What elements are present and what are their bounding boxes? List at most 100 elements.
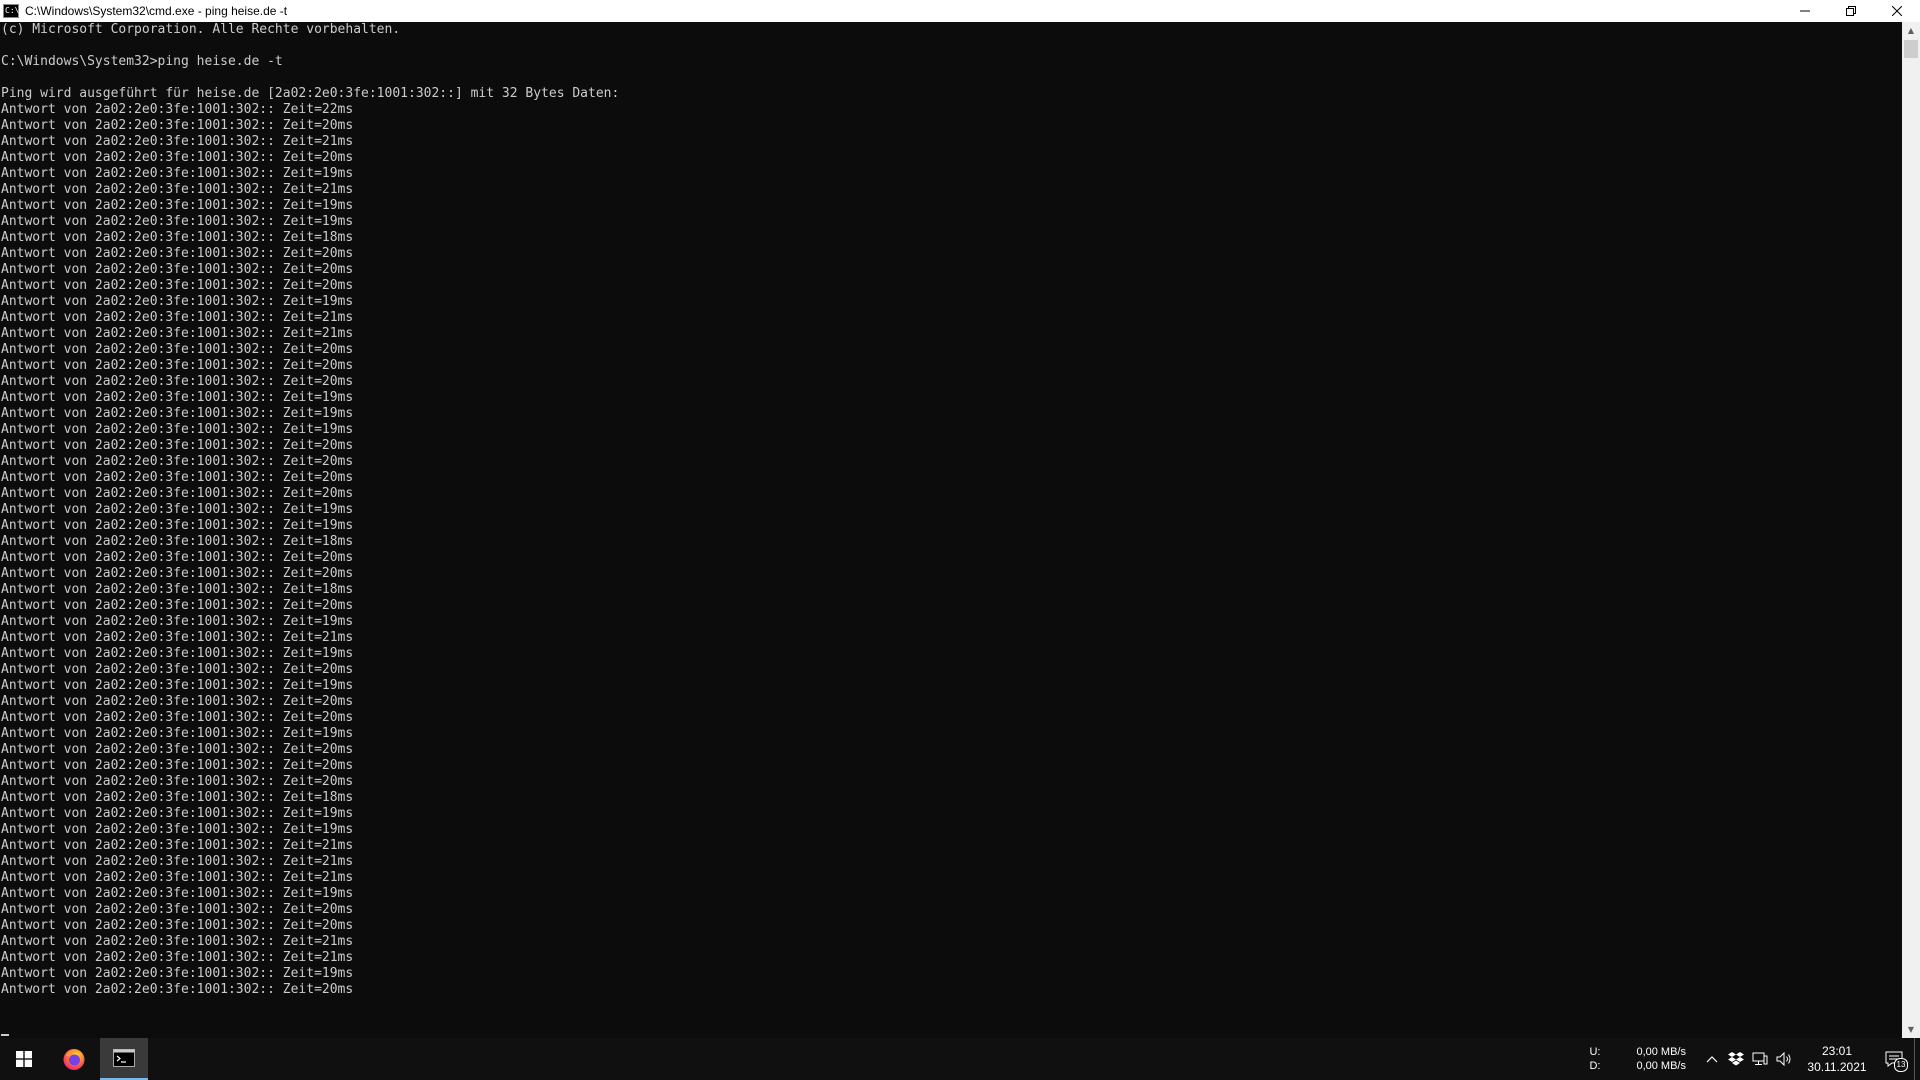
console-line: Antwort von 2a02:2e0:3fe:1001:302:: Zeit… (1, 742, 354, 757)
console-line: Antwort von 2a02:2e0:3fe:1001:302:: Zeit… (1, 614, 354, 629)
clock-time: 23:01 (1821, 1044, 1853, 1058)
console-line: Antwort von 2a02:2e0:3fe:1001:302:: Zeit… (1, 102, 354, 117)
firefox-button[interactable] (50, 1038, 98, 1080)
download-speed: 0,00 MB/s (1636, 1060, 1686, 1072)
restore-icon (1846, 6, 1856, 16)
console-line: Antwort von 2a02:2e0:3fe:1001:302:: Zeit… (1, 422, 354, 437)
console-line: Antwort von 2a02:2e0:3fe:1001:302:: Zeit… (1, 406, 354, 421)
console-line: Antwort von 2a02:2e0:3fe:1001:302:: Zeit… (1, 710, 354, 725)
action-center-button[interactable]: 13 (1874, 1038, 1914, 1080)
console-line: Antwort von 2a02:2e0:3fe:1001:302:: Zeit… (1, 694, 354, 709)
console-line: Antwort von 2a02:2e0:3fe:1001:302:: Zeit… (1, 166, 354, 181)
console-line: (c) Microsoft Corporation. Alle Rechte v… (1, 22, 401, 37)
close-icon (1892, 6, 1902, 16)
console-line: Antwort von 2a02:2e0:3fe:1001:302:: Zeit… (1, 262, 354, 277)
console-line: C:\Windows\System32>ping heise.de -t (1, 54, 283, 69)
chevron-up-icon (1706, 1056, 1718, 1063)
console-line: Antwort von 2a02:2e0:3fe:1001:302:: Zeit… (1, 966, 354, 981)
restore-button[interactable] (1828, 0, 1874, 22)
console-line: Antwort von 2a02:2e0:3fe:1001:302:: Zeit… (1, 310, 354, 325)
dropbox-icon (1728, 1052, 1744, 1066)
window-controls (1782, 0, 1920, 22)
show-hidden-icons-button[interactable] (1700, 1038, 1724, 1080)
console-line: Antwort von 2a02:2e0:3fe:1001:302:: Zeit… (1, 230, 354, 245)
console-line: Antwort von 2a02:2e0:3fe:1001:302:: Zeit… (1, 278, 354, 293)
window-titlebar[interactable]: C:\ C:\Windows\System32\cmd.exe - ping h… (0, 0, 1920, 22)
console-line: Antwort von 2a02:2e0:3fe:1001:302:: Zeit… (1, 150, 354, 165)
console-line: Antwort von 2a02:2e0:3fe:1001:302:: Zeit… (1, 534, 354, 549)
console-line: Antwort von 2a02:2e0:3fe:1001:302:: Zeit… (1, 566, 354, 581)
clock-date: 30.11.2021 (1807, 1060, 1867, 1074)
console-output[interactable]: (c) Microsoft Corporation. Alle Rechte v… (0, 22, 1902, 1038)
notification-count-badge: 13 (1894, 1058, 1908, 1072)
console-line: Ping wird ausgeführt für heise.de [2a02:… (1, 86, 620, 101)
console-line: Antwort von 2a02:2e0:3fe:1001:302:: Zeit… (1, 502, 354, 517)
console-line: Antwort von 2a02:2e0:3fe:1001:302:: Zeit… (1, 470, 354, 485)
console-line: Antwort von 2a02:2e0:3fe:1001:302:: Zeit… (1, 758, 354, 773)
volume-tray-button[interactable] (1772, 1038, 1796, 1080)
console-line: Antwort von 2a02:2e0:3fe:1001:302:: Zeit… (1, 214, 354, 229)
console-line: Antwort von 2a02:2e0:3fe:1001:302:: Zeit… (1, 598, 354, 613)
console-line: Antwort von 2a02:2e0:3fe:1001:302:: Zeit… (1, 806, 354, 821)
network-tray-button[interactable] (1748, 1038, 1772, 1080)
console-line: Antwort von 2a02:2e0:3fe:1001:302:: Zeit… (1, 358, 354, 373)
network-icon (1752, 1052, 1768, 1065)
volume-icon (1776, 1052, 1791, 1066)
console-line: Antwort von 2a02:2e0:3fe:1001:302:: Zeit… (1, 934, 354, 949)
console-line: Antwort von 2a02:2e0:3fe:1001:302:: Zeit… (1, 134, 354, 149)
minimize-icon (1800, 10, 1810, 12)
console-line: Antwort von 2a02:2e0:3fe:1001:302:: Zeit… (1, 774, 354, 789)
system-tray: U: D: 0,00 MB/s 0,00 MB/s 23:01 30.11.20… (1589, 1038, 1920, 1080)
cmd-icon (113, 1049, 135, 1067)
console-line: Antwort von 2a02:2e0:3fe:1001:302:: Zeit… (1, 854, 354, 869)
console-line: Antwort von 2a02:2e0:3fe:1001:302:: Zeit… (1, 870, 354, 885)
firefox-icon (63, 1049, 85, 1070)
scroll-down-icon[interactable]: ▼ (1902, 1021, 1920, 1038)
console-line: Antwort von 2a02:2e0:3fe:1001:302:: Zeit… (1, 726, 354, 741)
console-line: Antwort von 2a02:2e0:3fe:1001:302:: Zeit… (1, 374, 354, 389)
console-line: Antwort von 2a02:2e0:3fe:1001:302:: Zeit… (1, 838, 354, 853)
upload-speed: 0,00 MB/s (1636, 1046, 1686, 1058)
taskbar: U: D: 0,00 MB/s 0,00 MB/s 23:01 30.11.20… (0, 1038, 1920, 1080)
console-line: Antwort von 2a02:2e0:3fe:1001:302:: Zeit… (1, 390, 354, 405)
console-line: Antwort von 2a02:2e0:3fe:1001:302:: Zeit… (1, 550, 354, 565)
console-line: Antwort von 2a02:2e0:3fe:1001:302:: Zeit… (1, 246, 354, 261)
download-label: D: (1589, 1060, 1601, 1072)
network-speed-monitor[interactable]: U: D: 0,00 MB/s 0,00 MB/s (1589, 1045, 1686, 1073)
console-line: Antwort von 2a02:2e0:3fe:1001:302:: Zeit… (1, 646, 354, 661)
console-line: Antwort von 2a02:2e0:3fe:1001:302:: Zeit… (1, 662, 354, 677)
console-line: Antwort von 2a02:2e0:3fe:1001:302:: Zeit… (1, 326, 354, 341)
console-line: Antwort von 2a02:2e0:3fe:1001:302:: Zeit… (1, 294, 354, 309)
console-line: Antwort von 2a02:2e0:3fe:1001:302:: Zeit… (1, 342, 354, 357)
console-line: Antwort von 2a02:2e0:3fe:1001:302:: Zeit… (1, 822, 354, 837)
show-desktop-button[interactable] (1914, 1038, 1920, 1080)
console-line: Antwort von 2a02:2e0:3fe:1001:302:: Zeit… (1, 438, 354, 453)
windows-logo-icon (16, 1051, 32, 1067)
cmd-button[interactable] (100, 1038, 148, 1080)
console-line: Antwort von 2a02:2e0:3fe:1001:302:: Zeit… (1, 454, 354, 469)
upload-label: U: (1589, 1046, 1601, 1058)
dropbox-tray-button[interactable] (1724, 1038, 1748, 1080)
console-line: Antwort von 2a02:2e0:3fe:1001:302:: Zeit… (1, 518, 354, 533)
console-line: Antwort von 2a02:2e0:3fe:1001:302:: Zeit… (1, 918, 354, 933)
console-line: Antwort von 2a02:2e0:3fe:1001:302:: Zeit… (1, 486, 354, 501)
console-line: Antwort von 2a02:2e0:3fe:1001:302:: Zeit… (1, 582, 354, 597)
start-button[interactable] (0, 1038, 48, 1080)
console-line: Antwort von 2a02:2e0:3fe:1001:302:: Zeit… (1, 982, 354, 997)
console-line: Antwort von 2a02:2e0:3fe:1001:302:: Zeit… (1, 790, 354, 805)
window-title: C:\Windows\System32\cmd.exe - ping heise… (25, 4, 288, 18)
minimize-button[interactable] (1782, 0, 1828, 22)
console-line: Antwort von 2a02:2e0:3fe:1001:302:: Zeit… (1, 118, 354, 133)
console-line: Antwort von 2a02:2e0:3fe:1001:302:: Zeit… (1, 678, 354, 693)
text-cursor (1, 1034, 9, 1036)
console-line: Antwort von 2a02:2e0:3fe:1001:302:: Zeit… (1, 182, 354, 197)
scroll-up-icon[interactable]: ▲ (1902, 22, 1920, 39)
console-lines: (c) Microsoft Corporation. Alle Rechte v… (0, 22, 1902, 998)
scrollbar-thumb[interactable] (1904, 40, 1918, 58)
vertical-scrollbar[interactable]: ▲ ▼ (1902, 22, 1920, 1038)
console-line: Antwort von 2a02:2e0:3fe:1001:302:: Zeit… (1, 902, 354, 917)
close-button[interactable] (1874, 0, 1920, 22)
taskbar-clock[interactable]: 23:01 30.11.2021 (1800, 1038, 1874, 1080)
